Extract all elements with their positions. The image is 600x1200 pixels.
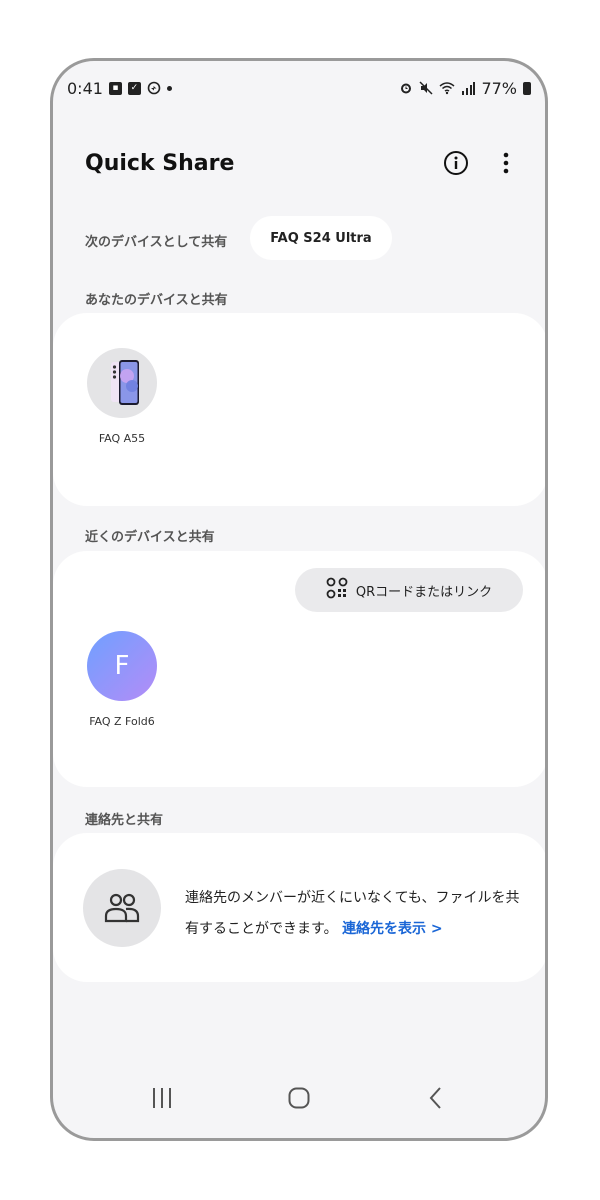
gallery-icon: ▪ bbox=[108, 81, 122, 95]
view-contacts-link[interactable]: 連絡先を表示 > bbox=[342, 921, 443, 937]
qr-code-icon bbox=[326, 577, 348, 603]
device-avatar: F bbox=[87, 631, 157, 701]
wifi-icon bbox=[439, 81, 455, 95]
dot-icon bbox=[166, 85, 172, 91]
recents-icon[interactable] bbox=[132, 1078, 192, 1118]
sync-icon bbox=[147, 81, 161, 95]
navigation-bar bbox=[53, 1078, 545, 1118]
alarm-icon bbox=[399, 81, 413, 95]
mute-icon bbox=[419, 81, 433, 95]
your-devices-label: あなたのデバイスと共有 bbox=[85, 293, 228, 308]
qr-code-or-link-button[interactable]: QRコードまたはリンク bbox=[295, 568, 523, 612]
contacts-icon bbox=[83, 869, 161, 947]
status-bar: 0:41 ▪ ✓ 77% bbox=[67, 77, 531, 99]
contacts-description-block: 連絡先のメンバーが近くにいなくても、ファイルを共有することができます。 連絡先を… bbox=[185, 883, 530, 945]
more-vertical-icon[interactable] bbox=[492, 149, 520, 177]
share-as-device-name: FAQ S24 Ultra bbox=[270, 230, 372, 246]
status-time: 0:41 bbox=[67, 78, 103, 98]
your-devices-card: FAQ A55 bbox=[53, 313, 545, 506]
device-name: FAQ A55 bbox=[98, 432, 146, 445]
nearby-devices-label: 近くのデバイスと共有 bbox=[85, 530, 215, 545]
check-icon: ✓ bbox=[127, 81, 141, 95]
battery-icon bbox=[523, 81, 531, 95]
info-icon[interactable] bbox=[442, 149, 470, 177]
battery-percent: 77% bbox=[481, 78, 517, 98]
page-title: Quick Share bbox=[85, 151, 235, 176]
phone-thumbnail-icon bbox=[87, 348, 157, 418]
phone-frame: 0:41 ▪ ✓ 77% Quick Share 次のデバイスとして共有 FAQ… bbox=[50, 58, 548, 1141]
signal-icon bbox=[461, 81, 476, 95]
contacts-label: 連絡先と共有 bbox=[85, 813, 164, 828]
home-icon[interactable] bbox=[269, 1078, 329, 1118]
device-item-faq-z-fold6[interactable]: F FAQ Z Fold6 bbox=[77, 631, 167, 728]
back-icon[interactable] bbox=[406, 1078, 466, 1118]
contacts-card: 連絡先のメンバーが近くにいなくても、ファイルを共有することができます。 連絡先を… bbox=[53, 833, 545, 982]
device-item-faq-a55[interactable]: FAQ A55 bbox=[77, 348, 167, 445]
device-name: FAQ Z Fold6 bbox=[89, 715, 155, 728]
share-as-label: 次のデバイスとして共有 bbox=[85, 235, 228, 250]
qr-button-label: QRコードまたはリンク bbox=[355, 584, 493, 600]
nearby-devices-card: QRコードまたはリンク F FAQ Z Fold6 bbox=[53, 551, 545, 787]
share-as-device-chip[interactable]: FAQ S24 Ultra bbox=[250, 216, 392, 260]
